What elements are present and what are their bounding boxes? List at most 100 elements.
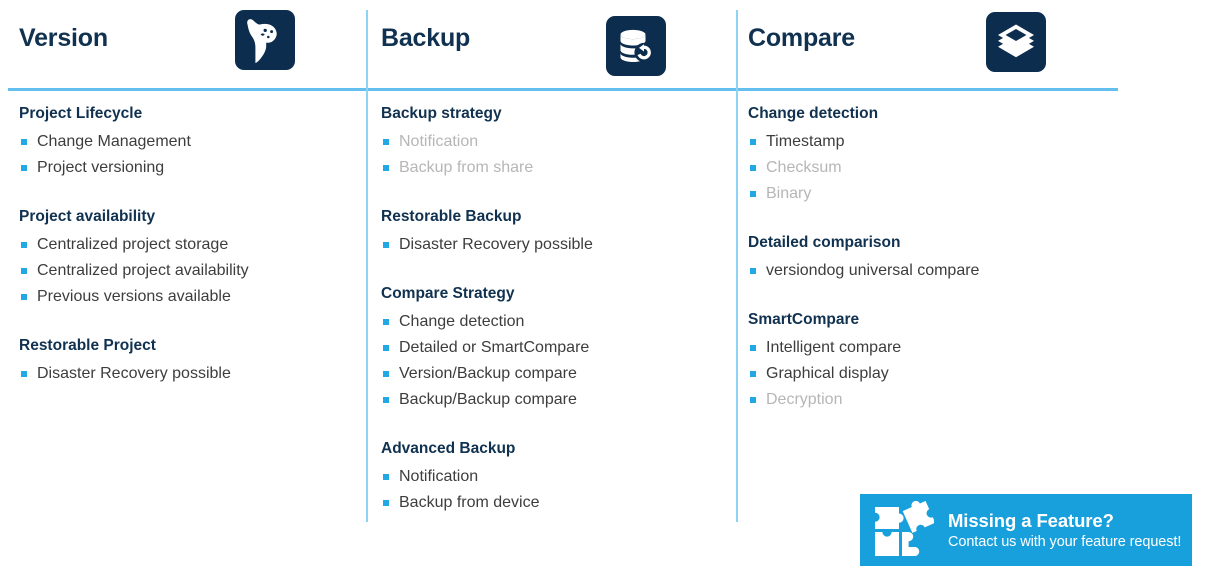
square-bullet-icon bbox=[383, 319, 389, 325]
list-item-label: Change detection bbox=[399, 313, 525, 330]
square-bullet-icon bbox=[750, 191, 756, 197]
list-item: Centralized project storage bbox=[19, 232, 366, 258]
list-item: Binary bbox=[748, 181, 1122, 207]
list-item: Backup/Backup compare bbox=[381, 387, 736, 413]
group-project-lifecycle: Project Lifecycle Change Management Proj… bbox=[19, 104, 366, 181]
column-header-compare: Compare bbox=[736, 0, 1122, 88]
group-title: Compare Strategy bbox=[381, 285, 515, 302]
square-bullet-icon bbox=[383, 345, 389, 351]
list-item-label: Binary bbox=[766, 185, 812, 202]
group-title: Backup strategy bbox=[381, 105, 502, 122]
puzzle-pieces-icon bbox=[872, 500, 936, 559]
list-item: Previous versions available bbox=[19, 284, 366, 310]
list-item: Project versioning bbox=[19, 155, 366, 181]
list-item-label: Centralized project availability bbox=[37, 262, 249, 279]
square-bullet-icon bbox=[750, 397, 756, 403]
list-item-label: Backup from share bbox=[399, 159, 534, 176]
square-bullet-icon bbox=[21, 294, 27, 300]
group-smartcompare: SmartCompare Intelligent compare Graphic… bbox=[748, 310, 1122, 413]
badge-text-block: Missing a Feature? Contact us with your … bbox=[948, 509, 1181, 552]
versiondog-dog-icon bbox=[235, 10, 295, 70]
square-bullet-icon bbox=[21, 268, 27, 274]
list-item: Change detection bbox=[381, 309, 736, 335]
bullet-list: Centralized project storage Centralized … bbox=[19, 232, 366, 310]
group-change-detection: Change detection Timestamp Checksum Bina… bbox=[748, 104, 1122, 207]
layers-stack-icon bbox=[986, 12, 1046, 72]
list-item-label: Disaster Recovery possible bbox=[37, 365, 231, 382]
group-project-availability: Project availability Centralized project… bbox=[19, 207, 366, 310]
group-detailed-comparison: Detailed comparison versiondog universal… bbox=[748, 233, 1122, 284]
list-item: Checksum bbox=[748, 155, 1122, 181]
list-item-label: Notification bbox=[399, 468, 479, 485]
list-item: Change Management bbox=[19, 129, 366, 155]
group-title: Project availability bbox=[19, 208, 156, 225]
list-item-label: Backup/Backup compare bbox=[399, 391, 577, 408]
square-bullet-icon bbox=[383, 474, 389, 480]
column-header-version: Version bbox=[0, 0, 366, 88]
square-bullet-icon bbox=[383, 139, 389, 145]
list-item: Disaster Recovery possible bbox=[19, 361, 366, 387]
list-item: Notification bbox=[381, 129, 736, 155]
database-restore-icon bbox=[606, 16, 666, 76]
list-item: Backup from share bbox=[381, 155, 736, 181]
square-bullet-icon bbox=[750, 165, 756, 171]
list-item-label: Disaster Recovery possible bbox=[399, 236, 593, 253]
list-item-label: Detailed or SmartCompare bbox=[399, 339, 590, 356]
list-item: Backup from device bbox=[381, 490, 736, 516]
list-item: Intelligent compare bbox=[748, 335, 1122, 361]
list-item-label: Centralized project storage bbox=[37, 236, 229, 253]
list-item-label: Previous versions available bbox=[37, 288, 231, 305]
square-bullet-icon bbox=[21, 139, 27, 145]
list-item-label: Intelligent compare bbox=[766, 339, 902, 356]
list-item-label: Checksum bbox=[766, 159, 842, 176]
bullet-list: Intelligent compare Graphical display De… bbox=[748, 335, 1122, 413]
group-title: Change detection bbox=[748, 105, 879, 122]
group-compare-strategy: Compare Strategy Change detection Detail… bbox=[381, 284, 736, 413]
group-title: Advanced Backup bbox=[381, 440, 516, 457]
list-item: Disaster Recovery possible bbox=[381, 232, 736, 258]
column-compare: Compare Change detection Timestamp Check… bbox=[736, 0, 1122, 577]
bullet-list: Notification Backup from device bbox=[381, 464, 736, 516]
square-bullet-icon bbox=[383, 165, 389, 171]
column-version: Version Project Lifecycle Change Managem… bbox=[0, 0, 366, 577]
list-item-label: Graphical display bbox=[766, 365, 889, 382]
missing-a-feature-badge[interactable]: Missing a Feature? Contact us with your … bbox=[860, 494, 1192, 566]
bullet-list: Timestamp Checksum Binary bbox=[748, 129, 1122, 207]
column-body-compare: Change detection Timestamp Checksum Bina… bbox=[736, 104, 1122, 413]
group-restorable-backup: Restorable Backup Disaster Recovery poss… bbox=[381, 207, 736, 258]
list-item-label: Project versioning bbox=[37, 159, 165, 176]
group-title: Restorable Backup bbox=[381, 208, 522, 225]
group-backup-strategy: Backup strategy Notification Backup from… bbox=[381, 104, 736, 181]
badge-subtitle: Contact us with your feature request! bbox=[948, 533, 1182, 550]
group-advanced-backup: Advanced Backup Notification Backup from… bbox=[381, 439, 736, 516]
list-item: Centralized project availability bbox=[19, 258, 366, 284]
column-title-backup: Backup bbox=[381, 24, 471, 52]
list-item-label: Change Management bbox=[37, 133, 191, 150]
feature-overview-board: Version Project Lifecycle Change Managem… bbox=[0, 0, 1208, 577]
group-title: Project Lifecycle bbox=[19, 105, 143, 122]
list-item-label: Decryption bbox=[766, 391, 843, 408]
square-bullet-icon bbox=[21, 242, 27, 248]
square-bullet-icon bbox=[21, 165, 27, 171]
square-bullet-icon bbox=[383, 371, 389, 377]
list-item: versiondog universal compare bbox=[748, 258, 1122, 284]
list-item: Timestamp bbox=[748, 129, 1122, 155]
bullet-list: Disaster Recovery possible bbox=[381, 232, 736, 258]
square-bullet-icon bbox=[750, 345, 756, 351]
group-restorable-project: Restorable Project Disaster Recovery pos… bbox=[19, 336, 366, 387]
list-item-label: Notification bbox=[399, 133, 479, 150]
group-title: SmartCompare bbox=[748, 311, 860, 328]
group-title: Detailed comparison bbox=[748, 234, 901, 251]
group-title: Restorable Project bbox=[19, 337, 156, 354]
square-bullet-icon bbox=[383, 397, 389, 403]
column-backup: Backup Backup strategy Notification Back… bbox=[366, 0, 736, 577]
list-item-label: versiondog universal compare bbox=[766, 262, 980, 279]
list-item: Detailed or SmartCompare bbox=[381, 335, 736, 361]
bullet-list: Notification Backup from share bbox=[381, 129, 736, 181]
square-bullet-icon bbox=[750, 139, 756, 145]
bullet-list: Change Management Project versioning bbox=[19, 129, 366, 181]
square-bullet-icon bbox=[750, 268, 756, 274]
square-bullet-icon bbox=[750, 371, 756, 377]
column-body-version: Project Lifecycle Change Management Proj… bbox=[0, 104, 366, 387]
list-item: Graphical display bbox=[748, 361, 1122, 387]
